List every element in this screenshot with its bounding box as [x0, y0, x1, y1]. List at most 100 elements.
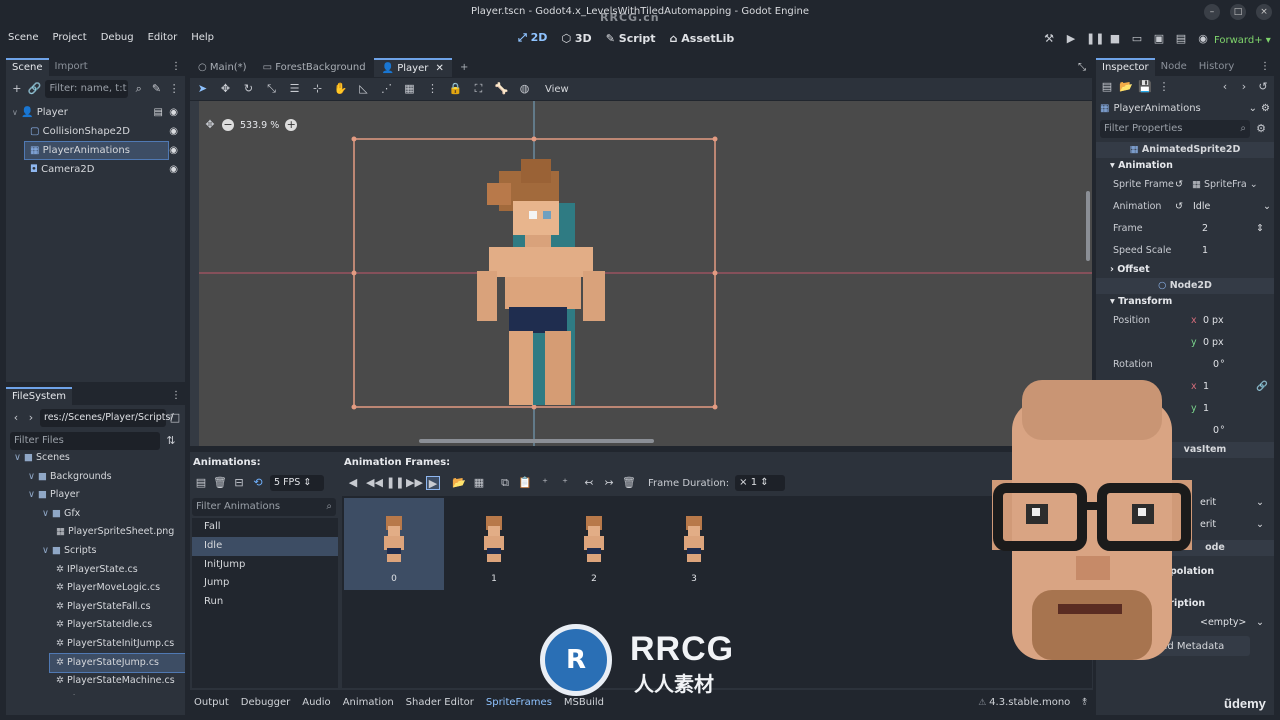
renderer-select[interactable]: Forward+ ▾ [1214, 35, 1271, 46]
scene-menu-icon[interactable]: ⋮ [167, 82, 181, 96]
animation-item-run[interactable]: Run [192, 593, 338, 612]
fps-spinbox[interactable]: 5 FPS ⇕ [270, 475, 324, 491]
animation-item-initjump[interactable]: InitJump [192, 556, 338, 575]
delete-animation-icon[interactable]: 🗑 [213, 476, 227, 490]
frame-cell-1[interactable]: 1 [444, 498, 544, 590]
minimize-icon[interactable]: – [1204, 4, 1220, 20]
menu-editor[interactable]: Editor [148, 32, 178, 43]
pin-panel-icon[interactable]: ⥉ [1082, 697, 1093, 708]
main-screen-3d[interactable]: ⬡ 3D [561, 32, 591, 45]
move-tool-icon[interactable]: ✥ [217, 82, 234, 96]
animation-item-idle[interactable]: Idle [192, 536, 338, 556]
file-item[interactable]: ▦ PlayerSpriteSheet.png [6, 523, 185, 542]
play-backwards-icon[interactable]: ◀◀ [366, 476, 383, 490]
tree-node-player[interactable]: ∨ 👤 Player ▤ ◉ [6, 103, 185, 122]
main-screen-assetlib[interactable]: ⌂ AssetLib [670, 32, 735, 45]
distraction-free-icon[interactable]: ⤡ [1078, 62, 1092, 73]
lock-icon[interactable]: 🔒 [447, 82, 464, 96]
sort-icon[interactable]: ⇅ [164, 434, 178, 448]
file-item[interactable]: ✲ PlayerStateInitJump.cs [6, 635, 185, 654]
play-custom-icon[interactable]: ▤ [1174, 32, 1188, 46]
menu-help[interactable]: Help [191, 32, 214, 43]
file-item[interactable]: ✲ PlayerStateFall.cs [6, 598, 185, 617]
object-settings-icon[interactable]: ⚙ [1261, 103, 1270, 114]
link-icon[interactable]: 🔗 [1256, 376, 1268, 398]
bone-icon[interactable]: 🦴 [493, 82, 510, 96]
tab-history[interactable]: History [1193, 58, 1241, 76]
stop-icon[interactable]: ■ [1108, 32, 1122, 46]
pause-icon[interactable]: ❚❚ [386, 476, 404, 490]
frame-spinbox[interactable]: 2 [1202, 218, 1208, 240]
file-item[interactable]: ✲ PlayerStateIdle.cs [6, 616, 185, 635]
file-item[interactable]: ✲ PlayerStateRun.cs [6, 691, 185, 695]
script-attach-icon[interactable]: ✎ [150, 82, 164, 96]
select-tool-icon[interactable]: ➤ [194, 82, 211, 96]
transform-section[interactable]: ▾ Transform [1096, 294, 1274, 310]
camera-override-icon[interactable]: ◍ [516, 82, 533, 96]
property-animation[interactable]: Animation ↺ Idle ⌄ [1096, 196, 1274, 218]
animation-filter-input[interactable]: Filter Animations ⌕ [192, 498, 336, 516]
property-rotation[interactable]: Rotation 0 ° [1096, 354, 1274, 376]
property-frame[interactable]: Frame 2 ⇕ [1096, 218, 1274, 240]
grid-snap-icon[interactable]: ▦ [401, 82, 418, 96]
object-selector[interactable]: ▦ PlayerAnimations ⌄ ⚙ [1096, 98, 1274, 118]
tab-filesystem[interactable]: FileSystem [6, 387, 73, 405]
tab-output[interactable]: Output [194, 697, 229, 708]
tree-node-camera2d[interactable]: ◘ Camera2D ◉ [6, 160, 185, 179]
frame-duration-spinbox[interactable]: × 1 ⇕ [735, 475, 786, 491]
back-icon[interactable]: ‹ [10, 411, 22, 425]
tree-node-playeranimations[interactable]: ▦ PlayerAnimations ◉ [6, 141, 185, 160]
smart-snap-icon[interactable]: ⋰ [378, 82, 395, 96]
open-resource-icon[interactable]: 📂 [1119, 80, 1133, 94]
tab-debugger[interactable]: Debugger [241, 697, 291, 708]
play-start-icon[interactable]: ▶ [426, 476, 440, 490]
play-backwards-start-icon[interactable]: ◀ [346, 476, 360, 490]
remote-debug-icon[interactable]: ⚒ [1042, 32, 1056, 46]
play-scene-icon[interactable]: ▣ [1152, 32, 1166, 46]
animation-item-fall[interactable]: Fall [192, 518, 338, 537]
file-item[interactable]: ✲ PlayerMoveLogic.cs [6, 579, 185, 598]
pivot-icon[interactable]: ⊹ [309, 82, 326, 96]
animation-section[interactable]: ▾ Animation [1096, 158, 1274, 174]
copy-frame-icon[interactable]: ⧉ [498, 476, 512, 490]
rotate-tool-icon[interactable]: ↻ [240, 82, 257, 96]
close-tab-icon[interactable]: ✕ [436, 63, 444, 74]
delete-frame-icon[interactable]: 🗑 [622, 476, 636, 490]
remote-icon[interactable]: ▭ [1130, 32, 1144, 46]
main-screen-2d[interactable]: ⤢ 2D [518, 31, 547, 45]
loop-icon[interactable]: ⟲ [251, 476, 265, 490]
menu-debug[interactable]: Debug [101, 32, 134, 43]
play-forward-icon[interactable]: ▶▶ [406, 476, 423, 490]
folder-item[interactable]: ∨ ■ Gfx [6, 505, 185, 524]
tree-node-collisionshape2d[interactable]: ▢ CollisionShape2D ◉ [6, 122, 185, 141]
dock-menu-icon[interactable]: ⋮ [165, 58, 185, 76]
main-screen-script[interactable]: ✎ Script [606, 32, 656, 45]
history-back-icon[interactable]: ‹ [1218, 80, 1232, 94]
tab-node[interactable]: Node [1155, 58, 1193, 76]
paste-frame-icon[interactable]: 📋 [518, 476, 532, 490]
folder-item[interactable]: ∨ ■ Backgrounds [6, 468, 185, 487]
pan-tool-icon[interactable]: ✋ [332, 82, 349, 96]
add-node-icon[interactable]: + [10, 82, 24, 96]
file-item[interactable]: ✲ IPlayerState.cs [6, 561, 185, 580]
move-left-icon[interactable]: ↢ [582, 476, 596, 490]
visibility-icon[interactable]: ◉ [169, 141, 178, 160]
scene-tab-forestbackground[interactable]: ▭ ForestBackground [255, 58, 374, 77]
tab-import[interactable]: Import [49, 58, 94, 76]
revert-icon[interactable]: ↺ [1175, 196, 1183, 218]
snap-options-icon[interactable]: ⋮ [424, 82, 441, 96]
file-filter-input[interactable]: Filter Files [10, 432, 160, 450]
forward-icon[interactable]: › [25, 411, 37, 425]
horizontal-scrollbar[interactable] [419, 439, 654, 443]
tab-spriteframes[interactable]: SpriteFrames [486, 697, 552, 708]
insert-after-icon[interactable]: ⁺ [558, 476, 572, 490]
sprite-frames-resource[interactable]: ▦ SpriteFra ⌄ [1192, 174, 1258, 196]
tab-animation[interactable]: Animation [343, 697, 394, 708]
new-resource-icon[interactable]: ▤ [1100, 80, 1114, 94]
inspector-options-icon[interactable]: ⚙ [1254, 122, 1268, 136]
tab-inspector[interactable]: Inspector [1096, 58, 1155, 76]
dock-menu-icon[interactable]: ⋮ [165, 387, 185, 405]
link-icon[interactable]: 🔗 [28, 82, 42, 96]
scene-filter-input[interactable]: Filter: name, t:t [45, 80, 128, 98]
scene-tab-main[interactable]: ○ Main(*) [190, 58, 255, 77]
